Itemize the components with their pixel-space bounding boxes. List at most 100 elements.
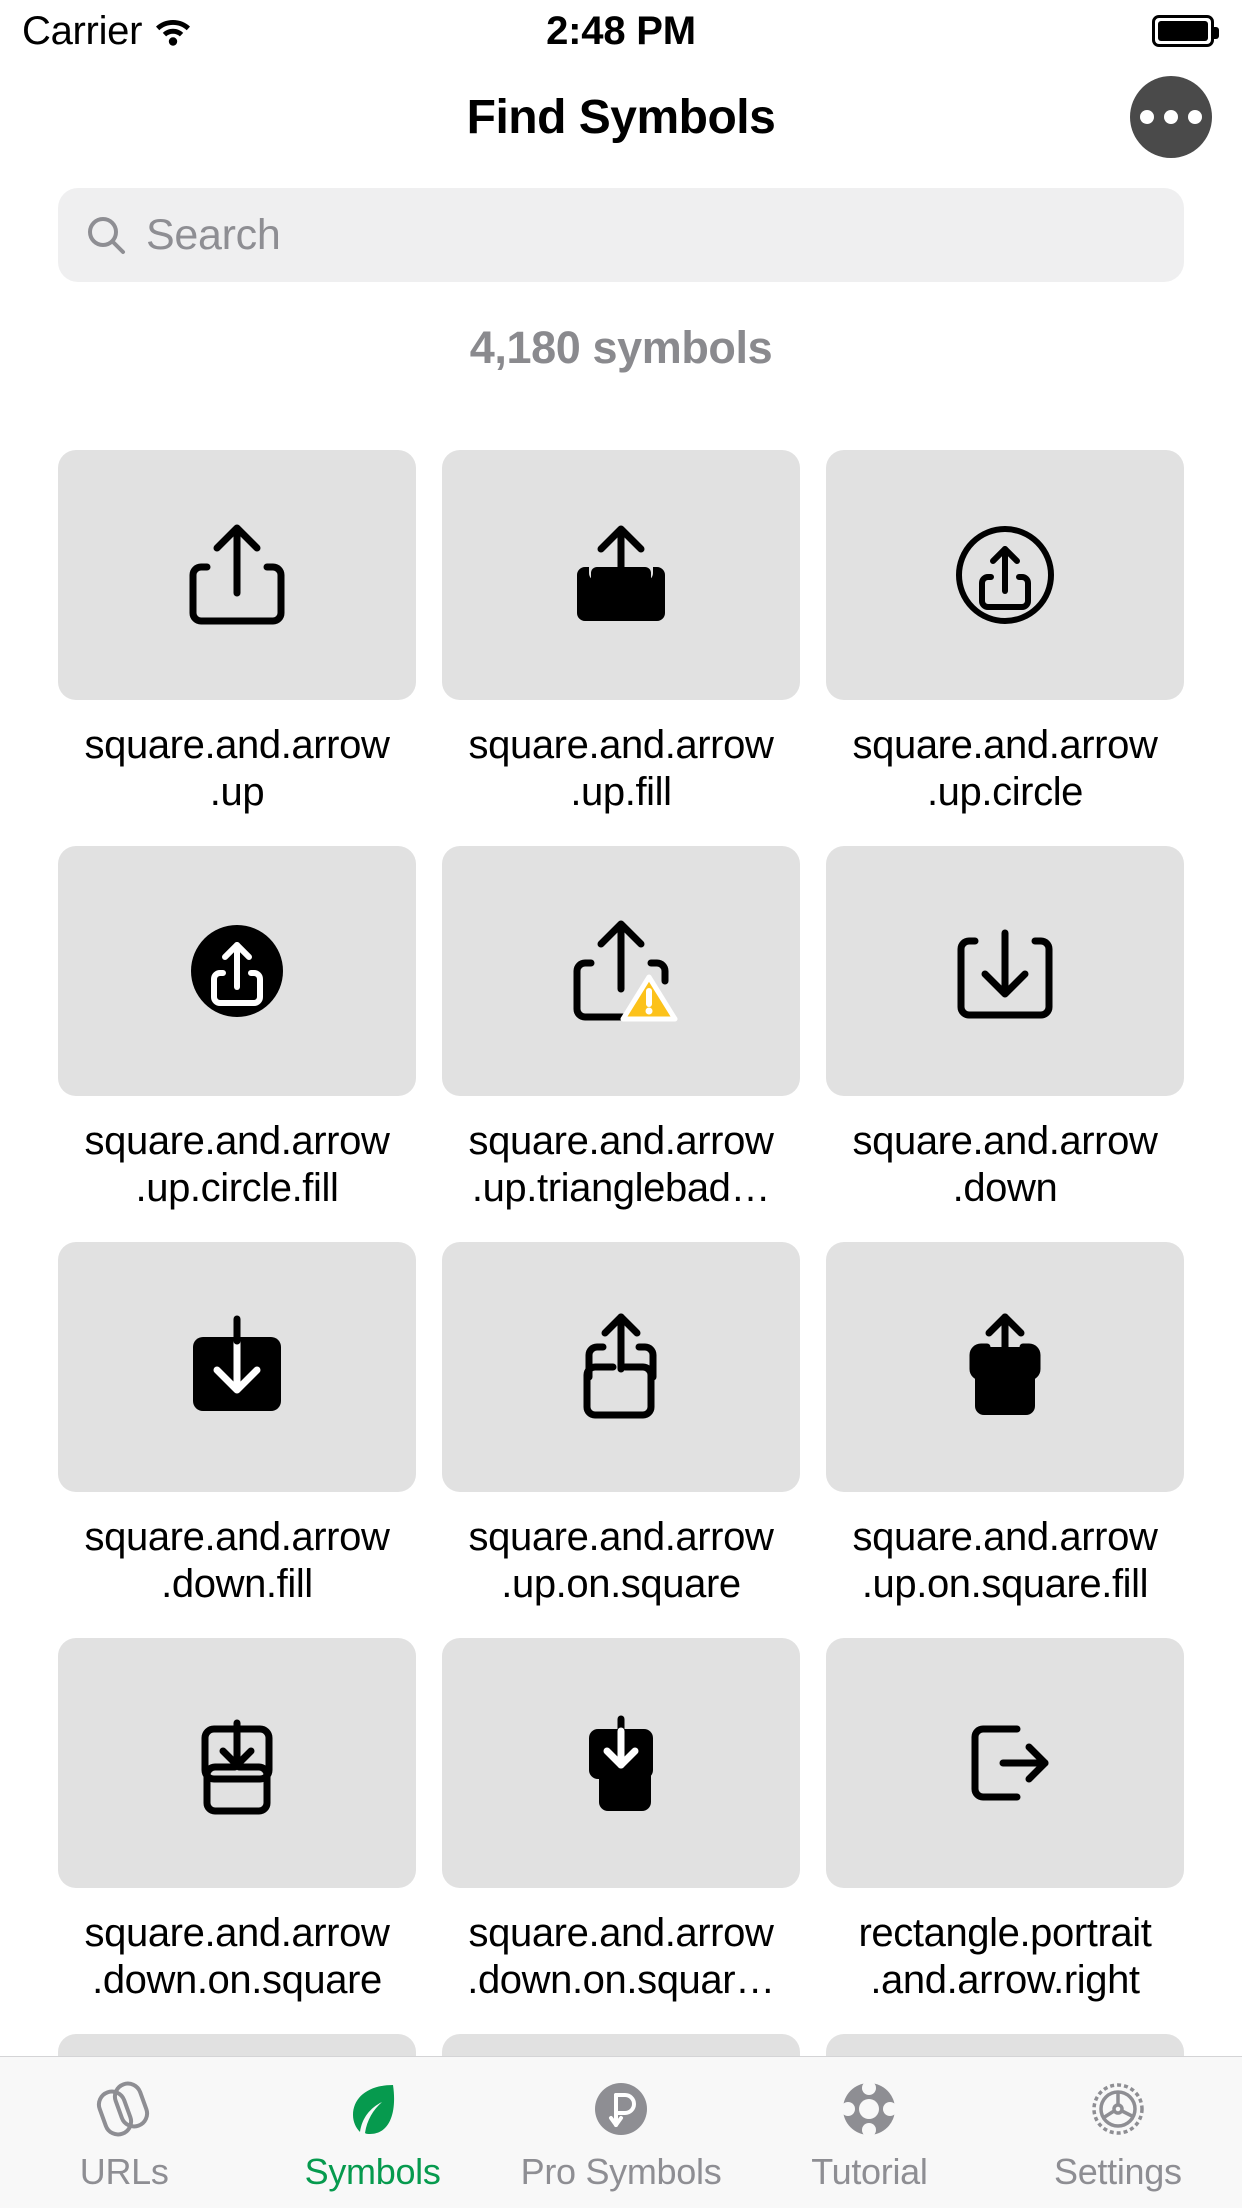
square-and-arrow-down-on-square-fill-icon[interactable]: [442, 1638, 800, 1888]
symbol-cell[interactable]: square.and.arrow .up.circle: [826, 450, 1184, 846]
symbols-scroll-area[interactable]: square.and.arrow .up square.and.arrow .up.f…: [0, 450, 1242, 2056]
more-options-button[interactable]: [1130, 76, 1212, 158]
rectangle-portrait-and-arrow-right-icon[interactable]: [826, 1638, 1184, 1888]
symbol-cell[interactable]: square.and.arrow .up: [58, 450, 416, 846]
symbol-name-label: square.and.arrow .down.on.square: [58, 1910, 416, 2004]
symbol-cell[interactable]: square.and.arrow .down: [826, 846, 1184, 1242]
search-field[interactable]: Search: [58, 188, 1184, 282]
square-and-arrow-up-circle-fill-icon[interactable]: [58, 846, 416, 1096]
symbol-name-line-1: rectangle.portrait: [858, 1911, 1152, 1955]
symbol-name-label: square.and.arrow .up.trianglebad…: [442, 1118, 800, 1212]
symbol-name-line-2: .down.on.squar…: [467, 1958, 775, 2002]
search-input[interactable]: Search: [146, 211, 281, 260]
symbol-cell[interactable]: square.and.arrow .up.trianglebad…: [442, 846, 800, 1242]
magnifying-glass-icon: [84, 213, 128, 257]
symbol-name-line-2: .up.fill: [570, 770, 672, 814]
tab-tutorial[interactable]: Tutorial: [745, 2073, 993, 2193]
symbol-cell[interactable]: square.and.arrow .down.on.square: [58, 1638, 416, 2034]
symbol-name-label: square.and.arrow .up.on.square: [442, 1514, 800, 1608]
symbol-name-label: square.and.arrow .up.circle.fill: [58, 1118, 416, 1212]
symbol-cell[interactable]: square.and.arrow .up.fill: [442, 450, 800, 846]
symbol-name-line-2: .up.circle.fill: [135, 1166, 339, 1210]
symbol-name-line-1: square.and.arrow: [84, 1515, 390, 1559]
ellipsis-dot: [1140, 110, 1154, 124]
square-and-arrow-down-icon[interactable]: [826, 846, 1184, 1096]
square-and-arrow-up-trianglebadge-exclamationmark-icon[interactable]: [442, 846, 800, 1096]
square-and-arrow-down-fill-icon[interactable]: [58, 1242, 416, 1492]
symbol-name-label: square.and.arrow .up.on.square.fill: [826, 1514, 1184, 1608]
symbol-name-label: square.and.arrow .up.circle: [826, 722, 1184, 816]
symbol-name-line-2: .up.on.square.fill: [861, 1562, 1149, 1606]
symbol-name-line-1: square.and.arrow: [852, 1515, 1158, 1559]
tab-label: Pro Symbols: [520, 2151, 722, 2192]
symbol-cell[interactable]: square.and.arrow .up.on.square: [442, 1242, 800, 1638]
symbol-cell[interactable]: square.and.arrow .up.circle.fill: [58, 846, 416, 1242]
p-circle-icon: [589, 2073, 653, 2145]
square-and-arrow-up-on-square-icon[interactable]: [442, 1242, 800, 1492]
ellipsis-dot: [1164, 110, 1178, 124]
carrier-label: Carrier: [22, 8, 143, 53]
link-icon: [92, 2073, 156, 2145]
square-and-arrow-down-on-square-icon[interactable]: [58, 1638, 416, 1888]
symbol-name-line-1: square.and.arrow: [852, 1119, 1158, 1163]
leaf-icon: [341, 2073, 405, 2145]
lifepreserver-icon: [837, 2073, 901, 2145]
square-and-arrow-up-icon[interactable]: [58, 450, 416, 700]
tab-label: Tutorial: [811, 2151, 928, 2192]
symbol-name-label: square.and.arrow .up: [58, 722, 416, 816]
symbol-name-line-2: .up.trianglebad…: [471, 1166, 771, 1210]
tab-bar: URLs Symbols Pro Symbols Tutorial Settings: [0, 2056, 1242, 2208]
tab-urls[interactable]: URLs: [0, 2073, 248, 2193]
symbol-name-label: rectangle.portrait .and.arrow.right: [826, 1910, 1184, 2004]
square-and-arrow-up-circle-icon[interactable]: [826, 450, 1184, 700]
symbol-name-line-2: .down: [952, 1166, 1058, 1210]
rectangle-portrait-and-arrow-right-fill-icon[interactable]: [58, 2034, 416, 2056]
symbol-name-line-1: square.and.arrow: [84, 1119, 390, 1163]
symbol-name-line-2: .and.arrow.right: [870, 1958, 1140, 2002]
ellipsis-dot: [1188, 110, 1202, 124]
tab-symbols[interactable]: Symbols: [248, 2073, 496, 2193]
square-and-arrow-up-fill-icon[interactable]: [442, 450, 800, 700]
status-bar: Carrier 2:48 PM: [0, 0, 1242, 62]
rectangle-portrait-and-arrow-forward-fill-icon[interactable]: [826, 2034, 1184, 2056]
navigation-bar: Find Symbols: [0, 62, 1242, 172]
symbol-cell[interactable]: square.and.arrow .up.on.square.fill: [826, 1242, 1184, 1638]
symbol-cell[interactable]: square.and.arrow .down.fill: [58, 1242, 416, 1638]
tab-pro-symbols[interactable]: Pro Symbols: [497, 2073, 745, 2193]
tab-label: Symbols: [304, 2151, 441, 2192]
wifi-icon: [154, 16, 192, 46]
results-count-row: 4,180 symbols: [0, 282, 1242, 414]
tab-label: URLs: [79, 2151, 169, 2192]
tab-label: Settings: [1053, 2151, 1182, 2192]
status-bar-left: Carrier: [22, 9, 192, 54]
symbol-name-line-1: square.and.arrow: [84, 723, 390, 767]
tab-settings[interactable]: Settings: [994, 2073, 1242, 2193]
symbol-name-line-1: square.and.arrow: [468, 1911, 774, 1955]
symbol-name-line-2: .up: [209, 770, 265, 814]
symbol-name-label: square.and.arrow .down.on.squar…: [442, 1910, 800, 2004]
square-and-arrow-up-on-square-fill-icon[interactable]: [826, 1242, 1184, 1492]
rectangle-portrait-and-arrow-forward-icon[interactable]: [442, 2034, 800, 2056]
symbol-cell[interactable]: [826, 2034, 1184, 2056]
symbol-cell[interactable]: [442, 2034, 800, 2056]
symbol-name-label: square.and.arrow .down: [826, 1118, 1184, 1212]
status-bar-right: [1152, 15, 1219, 47]
battery-full-icon: [1152, 15, 1219, 47]
search-container: Search: [0, 172, 1242, 282]
symbol-name-label: square.and.arrow .up.fill: [442, 722, 800, 816]
symbol-name-line-1: square.and.arrow: [468, 1119, 774, 1163]
symbol-name-line-2: .down.fill: [161, 1562, 313, 1606]
symbol-name-line-1: square.and.arrow: [852, 723, 1158, 767]
symbols-grid: square.and.arrow .up square.and.arrow .up.f…: [0, 450, 1242, 2056]
symbol-name-line-1: square.and.arrow: [468, 723, 774, 767]
symbol-cell[interactable]: square.and.arrow .down.on.squar…: [442, 1638, 800, 2034]
symbol-cell[interactable]: rectangle.portrait .and.arrow.right: [826, 1638, 1184, 2034]
symbol-name-label: square.and.arrow .down.fill: [58, 1514, 416, 1608]
page-title: Find Symbols: [466, 90, 776, 144]
symbol-name-line-2: .down.on.square: [92, 1958, 382, 2002]
symbols-count-label: 4,180 symbols: [469, 322, 773, 373]
symbol-name-line-2: .up.circle: [926, 770, 1084, 814]
symbol-name-line-2: .up.on.square: [501, 1562, 741, 1606]
symbol-name-line-1: square.and.arrow: [84, 1911, 390, 1955]
symbol-cell[interactable]: [58, 2034, 416, 2056]
